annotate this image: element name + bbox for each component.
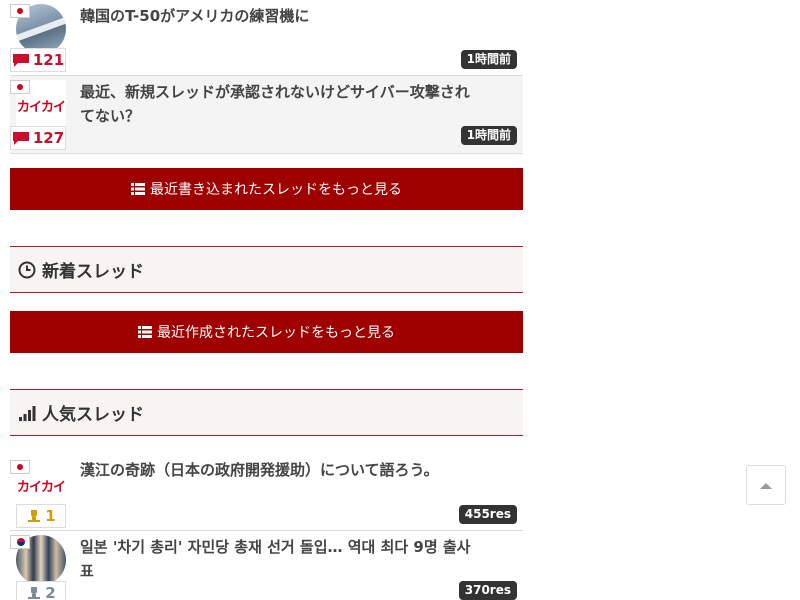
japan-flag-icon — [10, 460, 30, 474]
trophy-icon — [28, 510, 41, 522]
res-count-badge: 370res — [458, 581, 517, 600]
res-count-badge: 455res — [458, 505, 517, 524]
thread-row[interactable]: カイカイ 1 漢江の奇跡（日本の政府開発援助）について語ろう。 455res — [10, 456, 523, 531]
rank-badge: 1 — [16, 504, 66, 528]
clock-icon — [18, 261, 36, 278]
list-icon — [131, 183, 145, 195]
thread-title-link[interactable]: 일본 '차기 총리' 자민당 총재 선거 돌입… 역대 최다 9명 출사표 — [80, 535, 473, 583]
more-recent-posts-button[interactable]: 最近書き込まれたスレッドをもっと見る — [10, 168, 523, 210]
rank-badge: 2 — [16, 581, 66, 600]
japan-flag-icon — [10, 80, 30, 94]
thread-time-badge: 1時間前 — [460, 126, 517, 145]
list-icon — [138, 326, 152, 338]
arrow-up-icon — [760, 482, 772, 489]
thread-title-link[interactable]: 韓国のT-50がアメリカの練習機に — [80, 4, 473, 28]
more-new-threads-label: 最近作成されたスレッドをもっと見る — [157, 325, 395, 341]
scroll-to-top-button[interactable] — [746, 465, 786, 505]
more-recent-posts-label: 最近書き込まれたスレッドをもっと見る — [150, 182, 402, 198]
comment-icon — [12, 131, 29, 145]
section-title: 新着スレッド — [42, 262, 144, 282]
section-title: 人気スレッド — [42, 405, 144, 425]
thread-row[interactable]: カイカイ 127 最近、新規スレッドが承認されないけどサイバー攻撃されてない？ … — [10, 76, 523, 154]
trophy-icon — [28, 587, 41, 599]
thread-title-link[interactable]: 最近、新規スレッドが承認されないけどサイバー攻撃されてない？ — [80, 80, 473, 128]
comment-count-badge: 127 — [10, 126, 66, 150]
rank-number: 1 — [45, 507, 56, 525]
comment-count-badge: 121 — [10, 48, 66, 72]
comment-count: 127 — [32, 129, 65, 147]
comment-count: 121 — [32, 51, 65, 69]
popular-threads-header: 人気スレッド — [10, 389, 523, 436]
rank-number: 2 — [45, 584, 56, 600]
korea-flag-icon — [10, 535, 30, 549]
more-new-threads-button[interactable]: 最近作成されたスレッドをもっと見る — [10, 311, 523, 353]
thread-row[interactable]: 2 일본 '차기 총리' 자민당 총재 선거 돌입… 역대 최다 9명 출사표 … — [10, 531, 523, 600]
comment-icon — [12, 53, 29, 67]
new-threads-header: 新着スレッド — [10, 246, 523, 293]
thread-title-link[interactable]: 漢江の奇跡（日本の政府開発援助）について語ろう。 — [80, 458, 473, 482]
thread-row[interactable]: 121 韓国のT-50がアメリカの練習機に 1時間前 — [10, 0, 523, 76]
thread-time-badge: 1時間前 — [460, 50, 517, 69]
signal-bars-icon — [19, 405, 36, 421]
japan-flag-icon — [10, 4, 30, 18]
